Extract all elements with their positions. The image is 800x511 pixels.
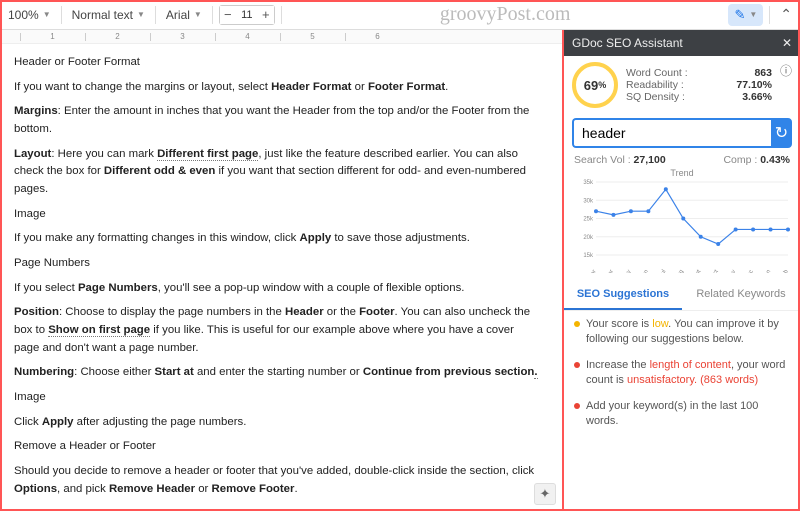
svg-text:20k: 20k bbox=[583, 235, 594, 241]
ruler[interactable]: 123456 bbox=[0, 30, 562, 44]
svg-text:35k: 35k bbox=[583, 180, 594, 186]
svg-text:Nov: Nov bbox=[727, 269, 738, 273]
keyword-metrics: Search Vol : 27,100 Comp : 0.43% bbox=[564, 154, 800, 168]
svg-text:15k: 15k bbox=[583, 253, 594, 259]
suggestions-list: Your score is low. You can improve it by… bbox=[564, 311, 800, 445]
watermark-logo: groovyPost.com bbox=[288, 3, 723, 26]
font-dropdown[interactable]: Arial▼ bbox=[162, 6, 206, 24]
sidebar-header: GDoc SEO Assistant ✕ bbox=[564, 30, 800, 56]
svg-text:Aug: Aug bbox=[674, 269, 685, 273]
document-body[interactable]: Header or Footer Format If you want to c… bbox=[0, 44, 562, 511]
svg-text:Mar: Mar bbox=[587, 269, 597, 273]
fontsize-plus[interactable]: + bbox=[258, 6, 274, 24]
zoom-dropdown[interactable]: 100%▼ bbox=[4, 6, 55, 24]
document-area: 123456 Header or Footer Format If you wa… bbox=[0, 30, 562, 511]
seo-stats: Word Count :863 Readability :77.10% SQ D… bbox=[626, 67, 772, 103]
toolbar: 100%▼ Normal text▼ Arial▼ − 11 + groovyP… bbox=[0, 0, 800, 30]
fontsize-minus[interactable]: − bbox=[220, 6, 236, 24]
svg-text:25k: 25k bbox=[583, 217, 594, 223]
fontsize-value: 11 bbox=[236, 9, 258, 21]
pencil-icon: ✎ bbox=[734, 7, 745, 23]
svg-text:Jun: Jun bbox=[640, 269, 650, 273]
svg-text:May: May bbox=[622, 269, 633, 273]
svg-text:Jul: Jul bbox=[659, 269, 668, 273]
svg-text:Dec: Dec bbox=[744, 269, 755, 273]
fontsize-stepper[interactable]: − 11 + bbox=[219, 5, 275, 25]
tab-related-keywords[interactable]: Related Keywords bbox=[682, 280, 800, 310]
svg-text:Sept: Sept bbox=[691, 269, 703, 273]
style-dropdown[interactable]: Normal text▼ bbox=[68, 6, 149, 24]
refresh-button[interactable]: ↻ bbox=[771, 118, 792, 148]
bullet-icon bbox=[574, 403, 580, 409]
hide-menus-button[interactable]: ⌃ bbox=[776, 6, 796, 23]
svg-text:Jan: Jan bbox=[762, 269, 772, 273]
tab-seo-suggestions[interactable]: SEO Suggestions bbox=[564, 280, 682, 310]
svg-text:30k: 30k bbox=[583, 198, 594, 204]
seo-score-ring: 69% bbox=[572, 62, 618, 108]
bullet-icon bbox=[574, 321, 580, 327]
close-icon[interactable]: ✕ bbox=[782, 36, 792, 50]
keyword-input[interactable] bbox=[572, 118, 771, 148]
bullet-icon bbox=[574, 362, 580, 368]
info-icon[interactable]: ⓘ bbox=[780, 62, 792, 79]
seo-sidebar: GDoc SEO Assistant ✕ 69% Word Count :863… bbox=[562, 30, 800, 511]
trend-chart: Trend 35k30k25k20k15kMarAprMayJunJulAugS… bbox=[564, 168, 800, 276]
svg-text:Oct: Oct bbox=[710, 269, 720, 273]
explore-button[interactable]: ✦ bbox=[534, 483, 556, 505]
editing-mode-button[interactable]: ✎▼ bbox=[728, 4, 763, 26]
svg-text:Feb: Feb bbox=[779, 268, 790, 273]
svg-text:Apr: Apr bbox=[605, 269, 615, 273]
